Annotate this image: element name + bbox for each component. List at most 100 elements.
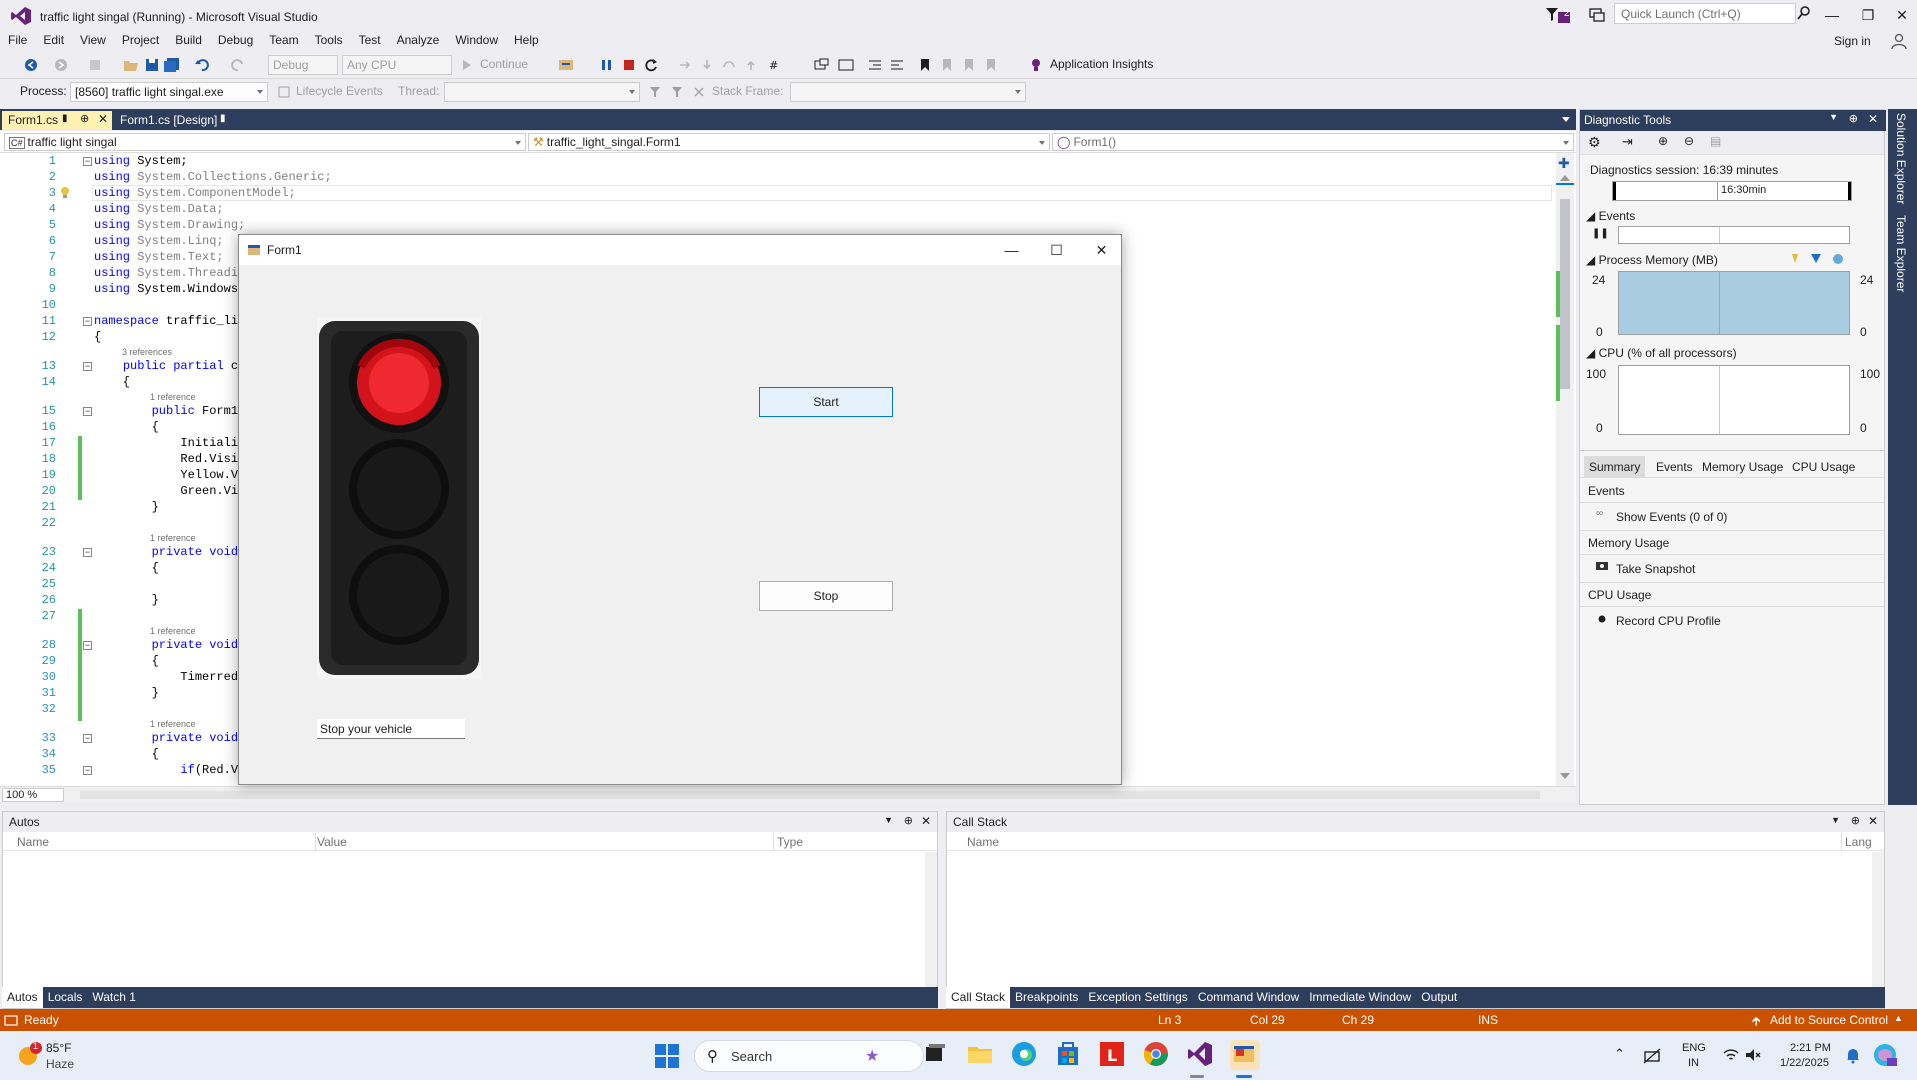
redo-icon[interactable] [228, 55, 248, 75]
save-all-icon[interactable] [162, 55, 182, 75]
process-memory-graph[interactable] [1618, 271, 1850, 335]
add-to-source-control-button[interactable]: Add to Source Control [1770, 1013, 1888, 1027]
collapse-icon[interactable]: − [83, 734, 92, 743]
col-name[interactable]: Name [967, 835, 999, 849]
new-project-icon[interactable] [84, 55, 106, 75]
pin-icon[interactable]: ⊕ [1851, 814, 1860, 827]
class-dropdown[interactable]: ⚒ traffic_light_singal.Form1 [528, 133, 1050, 151]
notification-bell-icon[interactable] [1844, 1046, 1862, 1064]
volume-muted-icon[interactable] [1744, 1046, 1762, 1064]
menu-debug[interactable]: Debug [210, 31, 261, 49]
uncomment-icon[interactable] [836, 55, 856, 75]
close-button[interactable]: ✕ [1884, 4, 1917, 26]
menu-edit[interactable]: Edit [35, 31, 72, 49]
menu-help[interactable]: Help [506, 31, 547, 49]
pin-tab-icon[interactable]: ⊕ [80, 112, 89, 125]
settings-gear-icon[interactable]: ⚙ [1588, 134, 1601, 151]
taskbar-search-box[interactable]: ⚲ Search ★ [694, 1040, 924, 1072]
stop-button[interactable]: Stop [759, 581, 893, 611]
start-button[interactable]: Start [759, 387, 893, 417]
menu-tools[interactable]: Tools [307, 31, 351, 49]
close-pane-icon[interactable]: ✕ [921, 814, 931, 828]
code-lens-references[interactable]: 1 reference [150, 533, 196, 543]
menu-file[interactable]: File [0, 31, 35, 49]
code-lens-references[interactable]: 1 reference [150, 626, 196, 636]
tab-call-stack[interactable]: Call Stack [946, 987, 1011, 1008]
weather-desc[interactable]: Haze [46, 1057, 74, 1071]
feedback-icon[interactable] [1588, 6, 1606, 24]
collapse-icon[interactable]: − [83, 157, 92, 166]
close-panel-icon[interactable]: ✕ [1868, 112, 1878, 126]
message-textbox[interactable]: Stop your vehicle [317, 719, 465, 739]
col-value[interactable]: Value [317, 835, 347, 849]
microsoft-store-icon[interactable] [1054, 1040, 1084, 1070]
close-pane-icon[interactable]: ✕ [1868, 814, 1878, 828]
editor-horizontal-scrollbar[interactable] [80, 791, 1540, 799]
prev-bookmark-icon[interactable] [938, 55, 956, 75]
scroll-up-icon[interactable] [1560, 175, 1570, 181]
col-lang[interactable]: Lang [1845, 835, 1872, 849]
forward-icon[interactable] [50, 55, 72, 75]
menu-window[interactable]: Window [447, 31, 506, 49]
scroll-down-icon[interactable] [1560, 773, 1570, 779]
cpu-section-header[interactable]: ◢ CPU (% of all processors) [1586, 346, 1737, 360]
tab-breakpoints[interactable]: Breakpoints [1010, 987, 1083, 1008]
application-insights-icon[interactable] [1028, 55, 1044, 75]
search-icon[interactable] [1796, 4, 1812, 22]
tab-memory-usage[interactable]: Memory Usage [1698, 456, 1787, 478]
code-lens-references[interactable]: 1 reference [150, 719, 196, 729]
collapse-icon[interactable]: − [83, 766, 92, 775]
menu-build[interactable]: Build [167, 31, 210, 49]
comment-icon[interactable] [812, 55, 832, 75]
call-stack-scrollbar[interactable] [1872, 852, 1884, 1008]
continue-icon[interactable] [460, 55, 474, 75]
sign-in-link[interactable]: Sign in [1834, 34, 1871, 48]
file-explorer-icon[interactable] [966, 1040, 996, 1070]
continue-button[interactable]: Continue [480, 57, 528, 71]
platform-select[interactable]: Any CPU [342, 55, 452, 75]
session-timeline[interactable]: 16:30min [1612, 181, 1852, 201]
form1-window[interactable]: Form1 — ☐ ✕ Start Stop Stop your vehicle [238, 234, 1122, 785]
chrome-browser-icon[interactable] [1142, 1040, 1172, 1070]
save-icon[interactable] [142, 55, 162, 75]
process-memory-header[interactable]: ◢ Process Memory (MB) [1586, 253, 1718, 267]
solution-explorer-tab[interactable]: Solution Explorer [1894, 113, 1908, 204]
clock-time[interactable]: 2:21 PM [1790, 1042, 1831, 1054]
clock-date[interactable]: 1/22/2025 [1780, 1057, 1829, 1069]
account-icon[interactable] [1890, 32, 1908, 50]
language-region[interactable]: IN [1688, 1057, 1699, 1069]
team-explorer-tab[interactable]: Team Explorer [1894, 215, 1908, 292]
step-over-icon[interactable] [720, 55, 738, 75]
clear-bookmarks-icon[interactable] [982, 55, 1000, 75]
scrollbar-thumb[interactable] [1560, 199, 1570, 389]
menu-team[interactable]: Team [261, 31, 306, 49]
menu-project[interactable]: Project [114, 31, 167, 49]
tab-events[interactable]: Events [1652, 456, 1697, 478]
process-select[interactable]: [8560] traffic light singal.exe [70, 82, 268, 102]
decrease-indent-icon[interactable] [866, 55, 884, 75]
member-dropdown[interactable]: ◯ Form1() [1052, 133, 1574, 151]
restore-button[interactable]: ❐ [1850, 4, 1886, 26]
panel-menu-icon[interactable]: ▼ [1829, 112, 1838, 122]
zoom-in-icon[interactable]: ⊕ [1658, 134, 1668, 148]
form1-close-button[interactable]: ✕ [1079, 235, 1124, 265]
tab-watch-1[interactable]: Watch 1 [87, 987, 141, 1008]
pause-icon[interactable]: ❚❚ [1592, 228, 1609, 239]
source-control-caret-icon[interactable]: ▲ [1894, 1013, 1903, 1023]
close-tab-icon[interactable]: ✕ [98, 112, 108, 126]
collapse-icon[interactable]: − [83, 641, 92, 650]
stop-debugging-icon[interactable] [620, 55, 638, 75]
collapse-icon[interactable]: − [83, 317, 92, 326]
reset-view-icon[interactable]: ▤ [1710, 134, 1721, 148]
menu-analyze[interactable]: Analyze [389, 31, 448, 49]
project-dropdown[interactable]: C# traffic light singal [4, 133, 526, 151]
show-next-statement-icon[interactable] [676, 55, 694, 75]
language-code[interactable]: ENG [1682, 1042, 1706, 1054]
record-cpu-profile-link[interactable]: Record CPU Profile [1616, 614, 1721, 628]
back-icon[interactable] [20, 55, 42, 75]
weather-temp[interactable]: 85°F [46, 1041, 71, 1055]
minimize-button[interactable]: — [1814, 4, 1850, 26]
pin-icon[interactable]: ⊕ [1849, 112, 1858, 125]
editor-vertical-scrollbar[interactable] [1556, 153, 1574, 787]
tab-locals[interactable]: Locals [43, 987, 88, 1008]
